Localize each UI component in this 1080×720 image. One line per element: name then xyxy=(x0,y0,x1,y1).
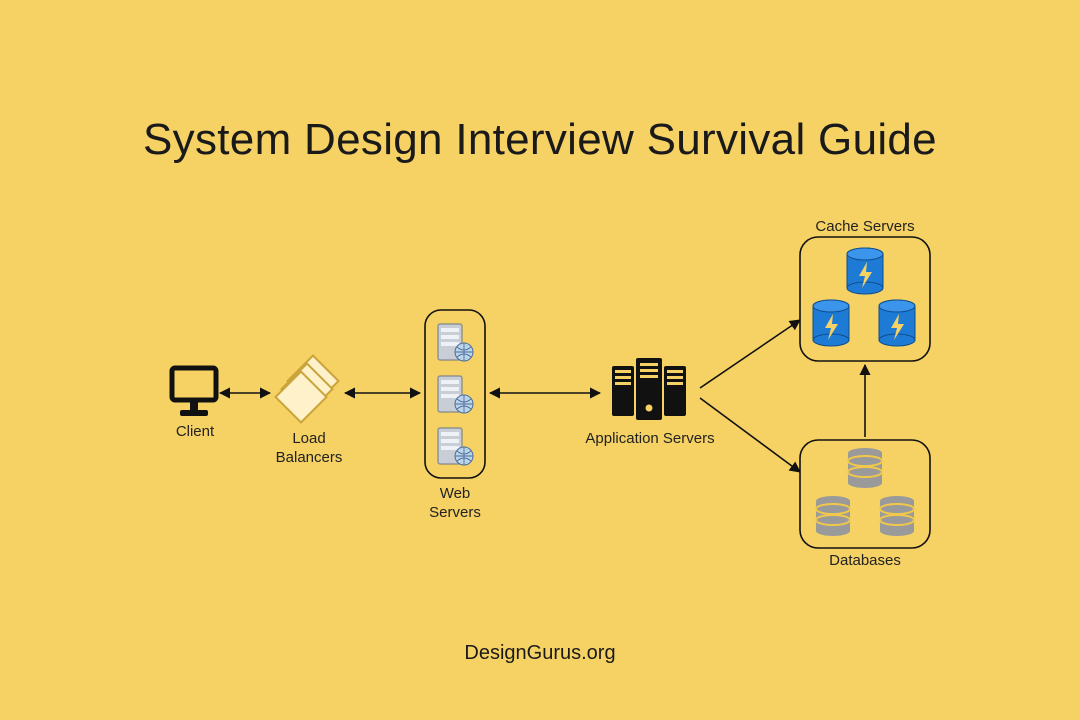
edge-app-cache xyxy=(700,320,800,388)
web-servers-group xyxy=(425,310,485,478)
architecture-diagram xyxy=(0,0,1080,720)
cache-cylinder-icon xyxy=(847,248,883,294)
database-cylinder-icon xyxy=(880,496,914,536)
client-icon xyxy=(172,368,216,416)
web-server-icon xyxy=(438,324,473,361)
database-cylinder-icon xyxy=(816,496,850,536)
application-servers-icon xyxy=(612,358,686,420)
cache-cylinder-icon xyxy=(813,300,849,346)
web-server-icon xyxy=(438,428,473,465)
databases-group xyxy=(800,440,930,548)
database-cylinder-icon xyxy=(848,448,882,488)
cache-servers-group xyxy=(800,237,930,361)
footer-attribution: DesignGurus.org xyxy=(0,642,1080,665)
cache-cylinder-icon xyxy=(879,300,915,346)
diagram-stage: System Design Interview Survival Guide C… xyxy=(0,0,1080,720)
load-balancers-icon xyxy=(276,356,339,423)
web-server-icon xyxy=(438,376,473,413)
edge-app-db xyxy=(700,398,800,472)
